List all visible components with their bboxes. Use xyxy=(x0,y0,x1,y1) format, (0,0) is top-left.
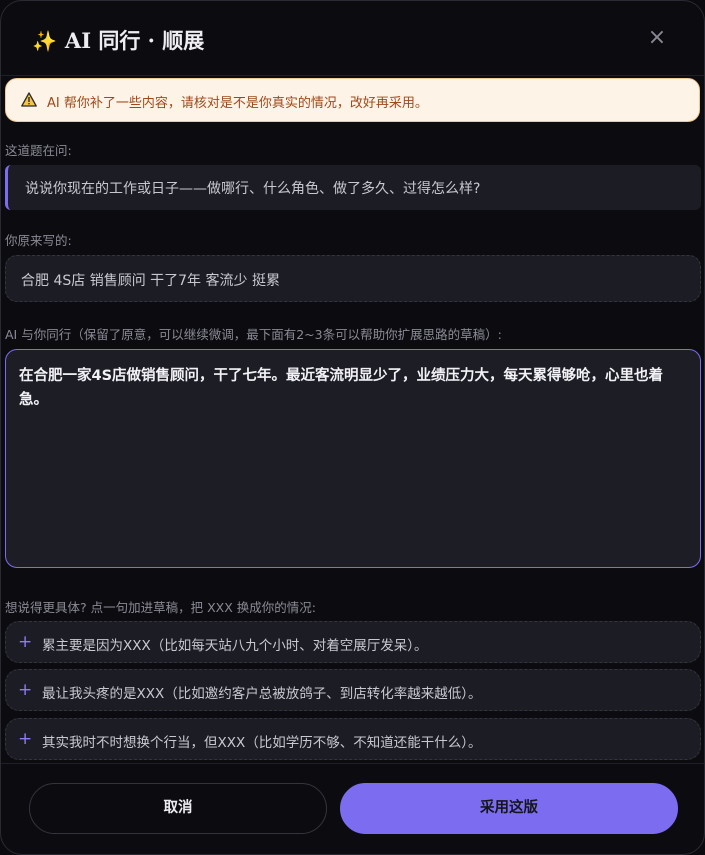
warning-triangle-icon xyxy=(21,92,37,107)
original-answer-text: 合肥 4S店 销售顾问 干了7年 客流少 挺累 xyxy=(21,273,280,289)
plus-icon: + xyxy=(18,632,33,652)
warning-banner: AI 帮你补了一些内容，请核对是不是你真实的情况，改好再采用。 xyxy=(5,78,700,122)
question-label: 这道题在问: xyxy=(5,143,72,158)
sparkles-icon: ✨ xyxy=(32,29,57,53)
adopt-button[interactable]: 采用这版 xyxy=(340,783,678,834)
suggestion-text: 最让我头疼的是XXX（比如邀约客户总被放鸽子、到店转化率越来越低）。 xyxy=(42,686,482,702)
plus-icon: + xyxy=(18,729,33,749)
ai-companion-dialog: ✨ AI 同行 · 顺展 × AI 帮你补了一些内容，请核对是不是你真实的情况，改… xyxy=(0,0,705,855)
dialog-title-text: AI 同行 · 顺展 xyxy=(64,28,205,53)
suggestion-text: 累主要是因为XXX（比如每天站八九个小时、对着空展厅发呆）。 xyxy=(42,638,428,654)
original-answer-box: 合肥 4S店 销售顾问 干了7年 客流少 挺累 xyxy=(5,255,701,302)
draft-textarea[interactable]: 在合肥一家4S店做销售顾问，干了七年。最近客流明显少了，业绩压力大，每天累得够呛… xyxy=(5,349,701,568)
question-box: 说说你现在的工作或日子——做哪行、什么角色、做了多久、过得怎么样? xyxy=(5,165,701,210)
plus-icon: + xyxy=(18,680,33,700)
suggestions-label: 想说得更具体? 点一句加进草稿，把 XXX 换成你的情况: xyxy=(5,600,316,615)
cancel-button[interactable]: 取消 xyxy=(29,783,327,834)
warning-text: AI 帮你补了一些内容，请核对是不是你真实的情况，改好再采用。 xyxy=(47,96,428,111)
dialog-footer: 取消 采用这版 xyxy=(1,763,704,854)
draft-label: AI 与你同行（保留了原意，可以继续微调，最下面有2~3条可以帮助你扩展思路的草… xyxy=(5,327,502,342)
dialog-title: ✨ AI 同行 · 顺展 xyxy=(32,25,204,55)
suggestion-item[interactable]: + 累主要是因为XXX（比如每天站八九个小时、对着空展厅发呆）。 xyxy=(5,621,701,663)
suggestion-item[interactable]: + 其实我时不时想换个行当，但XXX（比如学历不够、不知道还能干什么）。 xyxy=(5,718,701,760)
close-icon[interactable]: × xyxy=(646,27,668,49)
dialog-header: ✨ AI 同行 · 顺展 × xyxy=(1,1,704,76)
question-text: 说说你现在的工作或日子——做哪行、什么角色、做了多久、过得怎么样? xyxy=(25,181,481,197)
original-label: 你原来写的: xyxy=(5,233,72,248)
suggestion-item[interactable]: + 最让我头疼的是XXX（比如邀约客户总被放鸽子、到店转化率越来越低）。 xyxy=(5,669,701,711)
suggestion-text: 其实我时不时想换个行当，但XXX（比如学历不够、不知道还能干什么）。 xyxy=(42,735,482,751)
